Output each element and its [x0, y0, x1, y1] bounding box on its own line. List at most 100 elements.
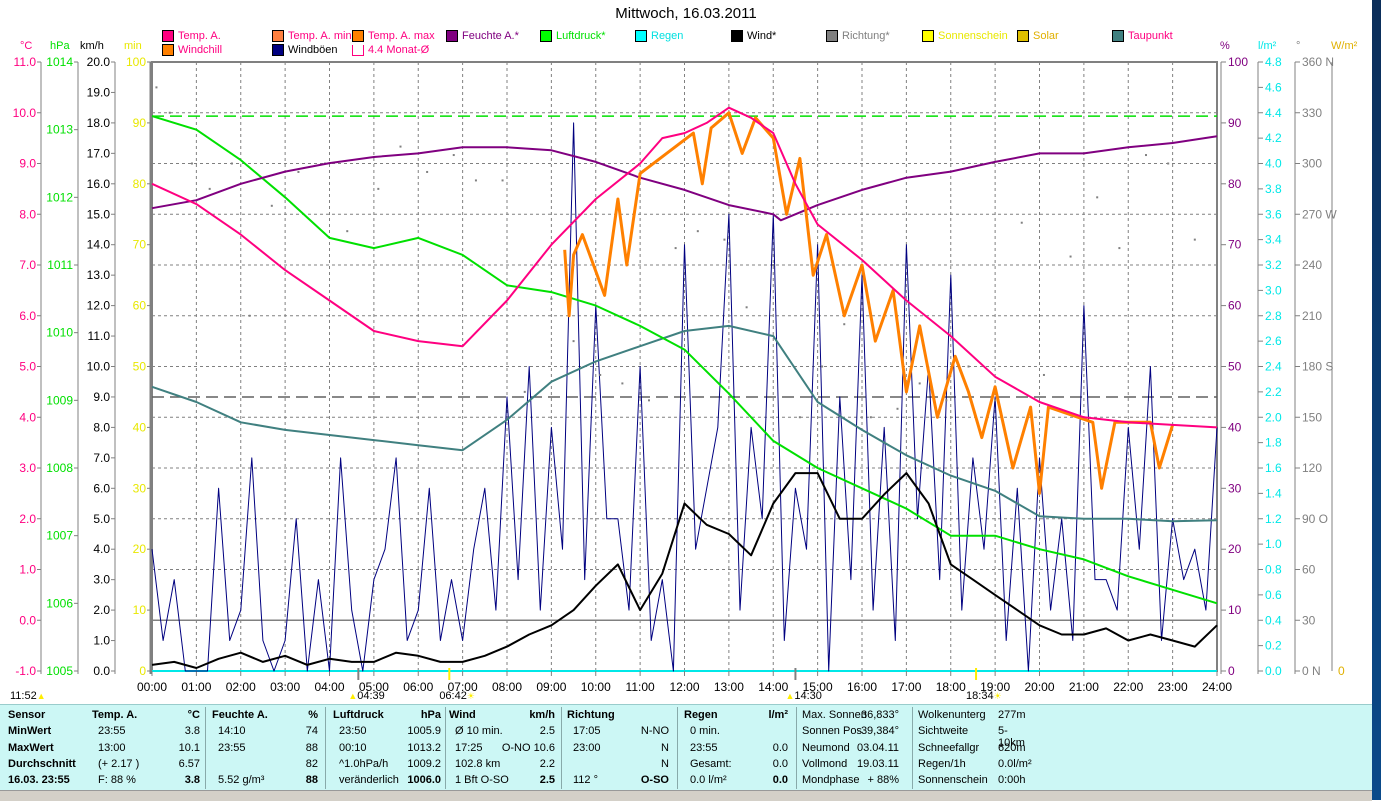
summary-column: Luftdruck hPa 23:50 1005.9 00:10 1013.2 ^1.0hP… [333, 709, 441, 789]
x-tick-label: 23:00 [1158, 680, 1188, 694]
x-tick-label: 11:00 [626, 680, 655, 694]
x-tick-label: 00:00 [137, 680, 167, 694]
summary-value: hPa [420, 709, 441, 721]
summary-row: 00:10 1013.2 [333, 742, 441, 758]
axis-tick-label: 0.0 [93, 664, 110, 678]
axis-tick-label: 240 [1302, 258, 1322, 272]
axis-tick-label: 0 [1338, 664, 1345, 678]
axis-tick-label: 8.0 [19, 207, 36, 221]
summary-row: 5.52 g/m³ 88 [212, 774, 318, 790]
direction-point [798, 416, 801, 419]
summary-row: Regen/1h 0.0l/m² [918, 757, 1032, 774]
summary-value: 0.0 [772, 757, 788, 770]
axis-tick-label: 9.0 [93, 390, 110, 404]
summary-row: (+ 2.17 ) 6.57 [92, 758, 200, 774]
direction-point [155, 86, 158, 89]
axis-tick-label: 1.0 [93, 634, 110, 648]
x-tick-label: 01:00 [181, 680, 211, 694]
axis-tick-label: 0 [1228, 664, 1235, 678]
summary-row: 112 ° O-SO [567, 774, 669, 790]
moonrise-icon: ▲ [348, 691, 358, 701]
axis-tick-label: 90 [1228, 116, 1242, 130]
summary-value: -39,384° [857, 725, 899, 738]
column-divider [796, 707, 797, 789]
summary-row: MaxWert [8, 742, 90, 758]
summary-label: Sonnen Pos [802, 725, 862, 738]
summary-column: Temp. A. °C 23:55 3.8 13:00 10.1 (+ 2.17 ) 6.57… [92, 709, 200, 789]
summary-row: MinWert [8, 725, 90, 741]
summary-value: 620m [998, 741, 1026, 754]
summary-row: Wolkenunterg 277m [918, 709, 1028, 725]
axis-tick-label: 2.8 [1265, 309, 1282, 323]
x-tick-label: 04:00 [314, 680, 344, 694]
axis-tick-label: 50 [1228, 360, 1242, 374]
astro-event: ▲04:39 [348, 690, 384, 702]
summary-value: 19.03.11 [856, 757, 899, 770]
axis-tick-label: 1.6 [1265, 461, 1282, 475]
axis-tick-label: 11.0 [14, 55, 37, 69]
direction-point [648, 399, 650, 402]
summary-value: 3.8 [184, 774, 200, 787]
axis-tick-label: 20 [1228, 542, 1242, 556]
summary-row: veränderlich 1006.0 [333, 774, 441, 790]
axis-tick-label: 10.0 [87, 360, 111, 374]
axis-tick-label: 1008 [46, 461, 73, 475]
column-divider [561, 707, 562, 789]
direction-point [399, 145, 402, 148]
axis-tick-label: 11.0 [88, 329, 111, 343]
direction-point [772, 264, 775, 266]
summary-row: 23:55 88 [212, 742, 318, 758]
summary-value: 03.04.11 [856, 741, 899, 754]
axis-tick-label: 100 [126, 55, 146, 69]
axis-tick-label: 5.0 [93, 512, 110, 526]
summary-column: Sensor MinWert MaxWert Durchschnitt 16.03. 2… [8, 709, 90, 789]
summary-row: Neumond 03.04.11 [802, 742, 905, 758]
summary-label: Temp. A. [92, 709, 138, 721]
summary-label: ^1.0hPa/h [339, 757, 389, 770]
summary-label: 23:55 [98, 725, 126, 738]
summary-column: Richtung 17:05 N-NO 23:00 N N 112 ° O-SO [567, 709, 669, 789]
summary-row: Luftdruck hPa [333, 709, 441, 725]
summary-value: 0.0l/m² [998, 757, 1032, 770]
summary-row: N [567, 758, 669, 774]
axis-tick-label: 4.4 [1265, 106, 1282, 120]
direction-point [1042, 373, 1045, 376]
axis-tick-label: 2.4 [1265, 360, 1282, 374]
summary-row: 13:00 10.1 [92, 742, 200, 758]
direction-point [821, 365, 824, 368]
direction-point [1145, 154, 1147, 157]
direction-point [297, 170, 300, 173]
summary-value: °C [187, 709, 200, 721]
x-tick-label: 17:00 [891, 680, 921, 694]
direction-point [426, 170, 429, 173]
axis-tick-label: 360 N [1302, 55, 1334, 69]
direction-point [869, 416, 872, 419]
summary-label: Regen/1h [918, 757, 966, 770]
summary-label: 23:55 [218, 741, 246, 754]
direction-point [945, 399, 948, 402]
summary-label: 23:00 [573, 741, 601, 754]
summary-row: Sensor [8, 709, 90, 725]
axis-tick-label: 4.0 [1265, 157, 1282, 171]
summary-row: 23:55 3.8 [92, 725, 200, 741]
axis-tick-label: 8.0 [93, 420, 110, 434]
astro-event: ▲14:30 [785, 690, 821, 702]
summary-column: Feuchte A.% 14:10 74 23:55 88 82 5.52 g/m³ 88 [212, 709, 318, 789]
summary-value: 74 [305, 725, 318, 738]
axis-tick-label: 90 [133, 116, 147, 130]
direction-point [501, 179, 504, 182]
summary-row: Sichtweite 5-10km [918, 725, 1028, 749]
direction-point [452, 154, 455, 157]
axis-tick-label: 1013 [46, 123, 73, 137]
axis-tick-label: 2.2 [1265, 385, 1282, 399]
axis-tick-label: 0.0 [19, 613, 36, 627]
axis-tick-label: 3.4 [1265, 233, 1282, 247]
summary-label: Gesamt: [690, 757, 732, 770]
axis-tick-label: 6.0 [19, 309, 36, 323]
summary-row: Feuchte A.% [212, 709, 318, 725]
summary-label: 00:10 [339, 741, 367, 754]
summary-value: N [661, 741, 669, 754]
event-time: 14:30 [794, 690, 822, 702]
direction-point [1118, 247, 1121, 250]
summary-row: 102.8 km 2.2 [449, 758, 555, 774]
